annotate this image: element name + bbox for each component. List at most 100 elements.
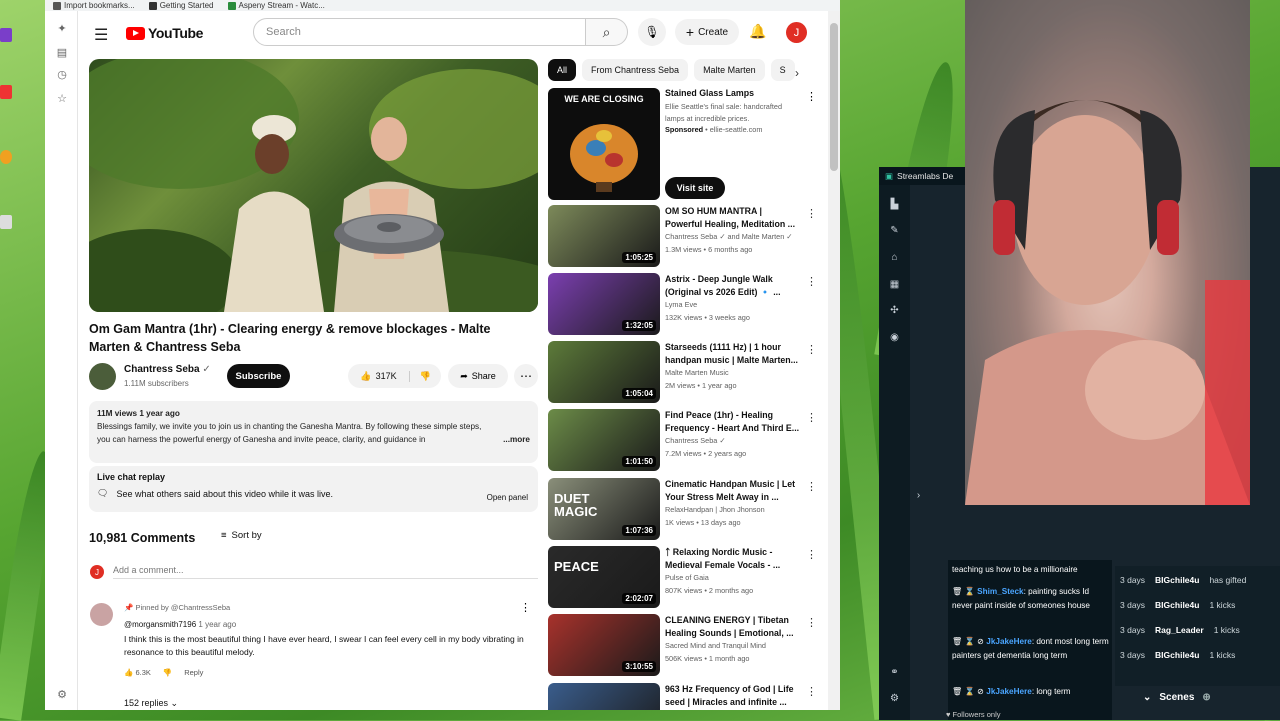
comment-like-button[interactable]: 👍 6.3K [124,668,151,677]
visit-site-button[interactable]: Visit site [665,177,725,199]
video-player[interactable] [89,59,538,312]
recommendation-channel[interactable]: Sacred Mind and Tranquil Mind [665,641,805,650]
search-button[interactable]: ⌕ [586,18,628,46]
video-thumbnail[interactable]: 1:05:25 [548,205,660,267]
record-icon[interactable]: ◉ [889,332,900,343]
recommendation-item[interactable]: 963 Hz Frequency of God | Life seed | Mi… [548,683,818,710]
video-thumbnail[interactable] [548,683,660,710]
scrollbar-thumb[interactable] [830,23,838,171]
video-thumbnail[interactable]: PEACE 2:02:07 [548,546,660,608]
recycle-bin-icon[interactable] [0,215,12,229]
channel-name[interactable]: Chantress Seba ✓ [124,364,211,375]
recommendation-item[interactable]: 1:05:04 Starseeds (1111 Hz) | 1 hour hand… [548,341,818,403]
recommendation-item[interactable]: 1:32:05 Astrix - Deep Jungle Walk (Origin… [548,273,818,335]
recommendation-item[interactable]: 3:10:55 CLEANING ENERGY | Tibetan Healing… [548,614,818,676]
like-button[interactable]: 👍 317K [348,370,410,382]
chip-from-channel[interactable]: From Chantress Seba [582,59,689,81]
video-thumbnail[interactable]: DUET MAGIC 1:07:36 [548,478,660,540]
recommendation-menu-icon[interactable]: ⋮ [806,548,817,561]
apps-icon[interactable]: ✣ [889,305,900,316]
recommendation-title[interactable]: Starseeds (1111 Hz) | 1 hour handpan mus… [665,341,800,367]
share-button[interactable]: ➦ Share [448,364,508,388]
settings-gear-icon[interactable]: ⚙ [56,689,68,701]
desktop-app-icon[interactable] [0,85,12,99]
comment-dislike-icon[interactable]: 👎 [163,668,172,677]
more-actions-button[interactable]: ⋯ [514,364,538,388]
chip-more[interactable]: S [770,59,795,81]
recommendation-menu-icon[interactable]: ⋮ [806,343,817,356]
video-thumbnail[interactable]: 1:05:04 [548,341,660,403]
recommendation-menu-icon[interactable]: ⋮ [806,685,817,698]
add-comment-input[interactable]: Add a comment... [113,565,538,579]
bookmark-star-icon[interactable]: ☆ [56,93,68,105]
recommendation-title[interactable]: Cinematic Handpan Music | Let Your Stres… [665,478,800,504]
history-icon[interactable]: ◷ [56,69,68,81]
recommendation-channel[interactable]: Pulse of Gaia [665,573,805,582]
recommendation-title[interactable]: Find Peace (1hr) - Healing Frequency - H… [665,409,800,435]
recommendation-title[interactable]: Astrix - Deep Jungle Walk (Original vs 2… [665,273,800,299]
voice-search-button[interactable]: 🎙 [638,18,666,46]
bookmark-item[interactable]: Aspeny Stream - Watc... [227,1,325,10]
recommendation-channel[interactable]: Chantress Seba ✓ and Malte Marten ✓ [665,232,805,241]
replies-toggle[interactable]: 152 replies ⌄ [124,698,178,709]
video-thumbnail[interactable]: 1:32:05 [548,273,660,335]
bookmark-item[interactable]: Getting Started [148,1,214,10]
recommendation-menu-icon[interactable]: ⋮ [806,411,817,424]
link-icon[interactable]: ⚭ [889,667,900,678]
commenter-avatar[interactable] [90,603,113,626]
recommendation-menu-icon[interactable]: ⋮ [806,616,817,629]
recommendation-title[interactable]: 963 Hz Frequency of God | Life seed | Mi… [665,683,800,709]
recommendation-title[interactable]: CLEANING ENERGY | Tibetan Healing Sounds… [665,614,800,640]
reply-button[interactable]: Reply [184,668,203,677]
ad-menu-icon[interactable]: ⋮ [806,90,817,103]
chip-all[interactable]: All [548,59,577,81]
account-avatar[interactable]: J [786,22,807,43]
settings-icon[interactable]: ⚙ [889,693,900,704]
video-thumbnail[interactable]: 3:10:55 [548,614,660,676]
bookmark-item[interactable]: Import bookmarks... [53,1,135,10]
sort-by-button[interactable]: ≡ Sort by [221,530,262,541]
recommendation-item[interactable]: 1:05:25 OM SO HUM MANTRA | Powerful Heali… [548,205,818,267]
tools-icon[interactable]: ✎ [889,225,900,236]
menu-hamburger-icon[interactable]: ☰ [94,25,108,45]
description-box[interactable]: 11M views 1 year ago Blessings family, w… [89,401,538,463]
editor-icon[interactable]: ▙ [889,199,900,210]
sidebar-icon[interactable]: ▤ [56,47,68,59]
notifications-bell-icon[interactable]: 🔔 [749,23,766,40]
recommendation-title[interactable]: OM SO HUM MANTRA | Powerful Healing, Med… [665,205,800,231]
collapse-chevron-icon[interactable]: › [913,490,924,501]
recommendation-channel[interactable]: Malte Marten Music [665,368,805,377]
description-more-link[interactable]: ...more [503,433,530,446]
ad-title[interactable]: Stained Glass Lamps [665,88,800,98]
youtube-logo[interactable]: YouTube [126,25,203,41]
description-text: Blessings family, we invite you to join … [97,422,482,444]
chip-malte-marten[interactable]: Malte Marten [694,59,765,81]
recommendation-item[interactable]: 1:01:50 Find Peace (1hr) - Healing Freque… [548,409,818,471]
subscribe-button[interactable]: Subscribe [227,364,290,388]
recommendation-item[interactable]: PEACE 2:02:07 ᛏ Relaxing Nordic Music - Me… [548,546,818,608]
ad-thumbnail[interactable]: WE ARE CLOSING [548,88,660,200]
channel-avatar[interactable] [89,363,116,390]
recommendation-menu-icon[interactable]: ⋮ [806,207,817,220]
desktop-app-icon[interactable] [0,28,12,42]
create-button[interactable]: + Create [675,19,739,45]
dislike-button[interactable]: 👎 [410,371,441,382]
layout-icon[interactable]: ▦ [889,279,900,290]
open-panel-button[interactable]: Open panel [487,493,528,502]
add-scene-icon[interactable]: ⊕ [1202,692,1210,703]
search-input[interactable]: Search [253,18,586,46]
recommendation-channel[interactable]: Lyma Eve [665,300,805,309]
recommendation-channel[interactable]: RelaxHandpan | Jhon Jhonson [665,505,805,514]
comment-menu-icon[interactable]: ⋮ [520,601,531,614]
recommendation-item[interactable]: DUET MAGIC 1:07:36 Cinematic Handpan Music… [548,478,818,540]
recommendation-channel[interactable]: Chantress Seba ✓ [665,436,805,445]
sparkle-icon[interactable]: ✦ [56,23,68,35]
desktop-app-icon[interactable] [0,150,12,164]
recommendation-title[interactable]: ᛏ Relaxing Nordic Music - Medieval Femal… [665,546,800,572]
video-thumbnail[interactable]: 1:01:50 [548,409,660,471]
store-icon[interactable]: ⌂ [889,252,900,263]
recommendation-menu-icon[interactable]: ⋮ [806,275,817,288]
comment-author[interactable]: @morgansmith7196 1 year ago [124,620,236,629]
recommendation-menu-icon[interactable]: ⋮ [806,480,817,493]
chevron-right-icon[interactable]: › [795,66,799,80]
